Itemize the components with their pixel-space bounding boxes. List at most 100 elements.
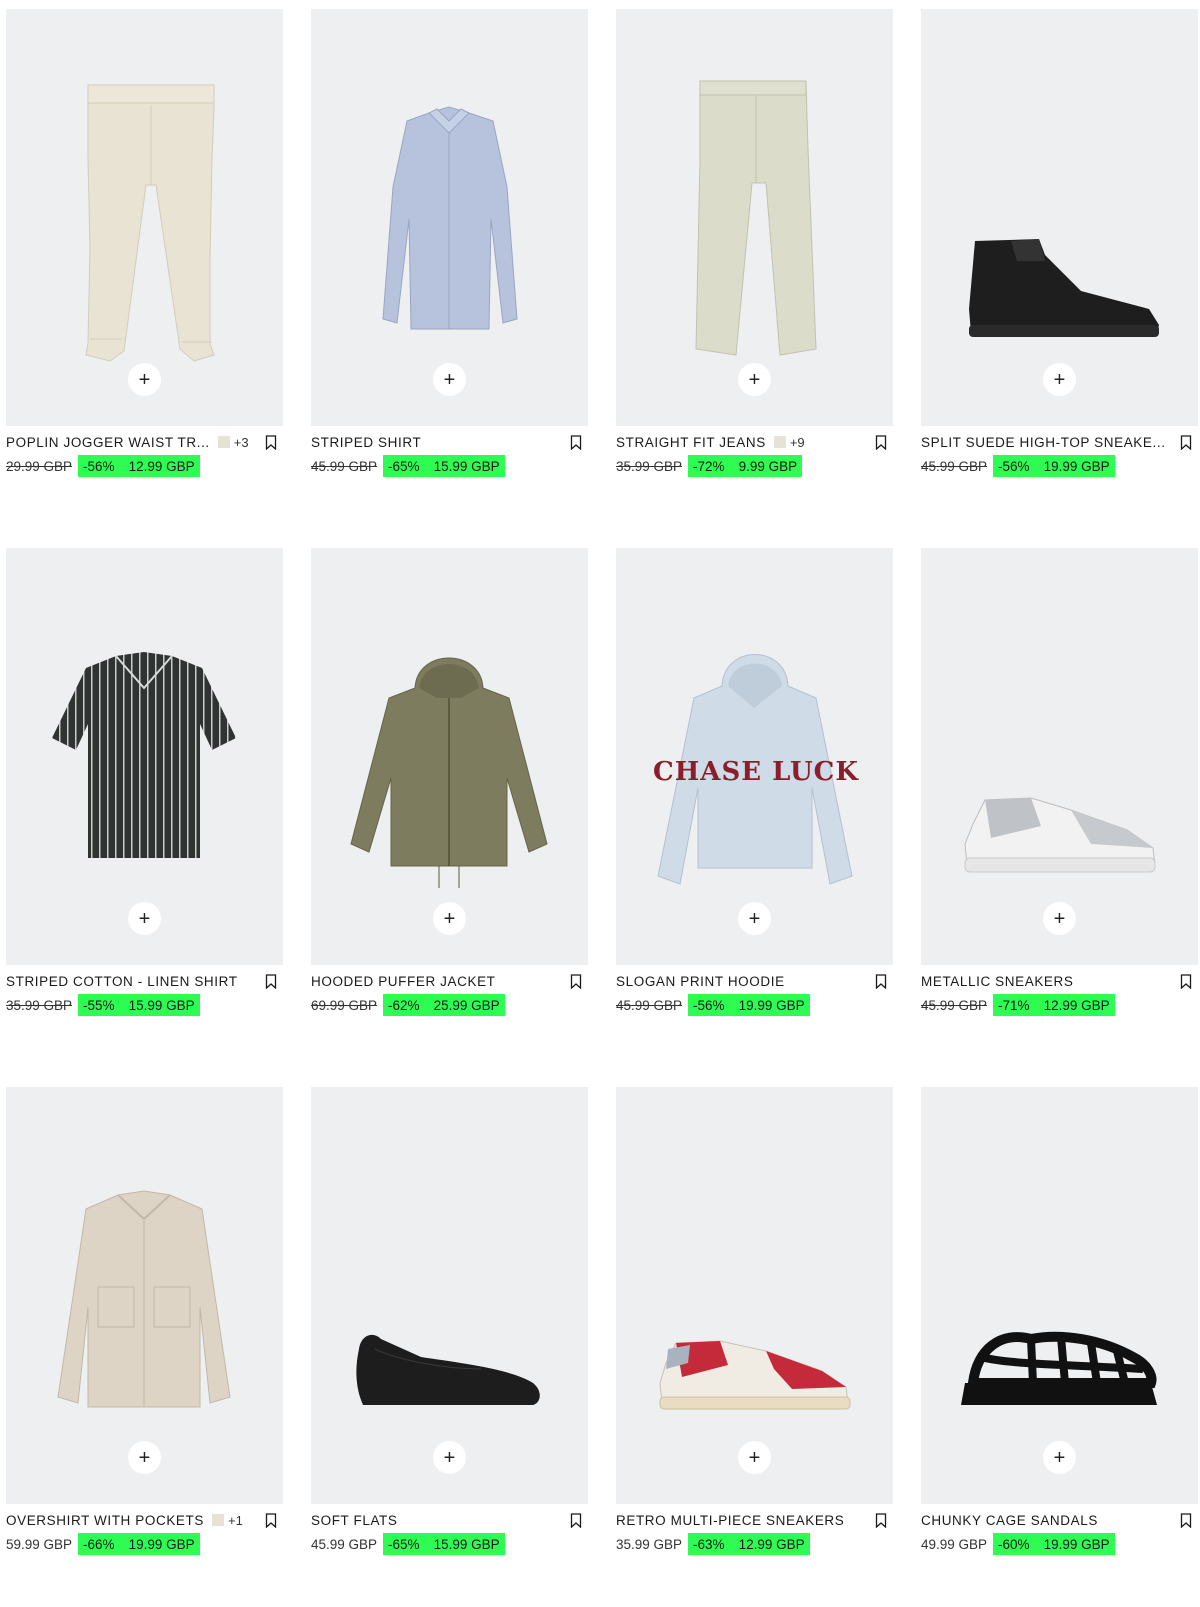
product-image-area[interactable]: + <box>6 1087 283 1504</box>
plus-icon: + <box>443 907 456 930</box>
add-to-cart-button[interactable]: + <box>1043 363 1076 396</box>
price-row: 49.99 GBP -60% 19.99 GBP <box>921 1533 1115 1555</box>
bookmark-icon[interactable] <box>265 1513 277 1528</box>
color-options[interactable]: +3 <box>217 435 249 450</box>
add-to-cart-button[interactable]: + <box>433 363 466 396</box>
sale-price: 19.99 GBP <box>1043 458 1110 474</box>
sale-price: 9.99 GBP <box>738 458 798 474</box>
more-colors-count[interactable]: +1 <box>228 1513 243 1528</box>
product-card[interactable]: + STRAIGHT FIT JEANS +9 35.99 GBP -72% 9… <box>616 9 893 529</box>
add-to-cart-button[interactable]: + <box>433 1441 466 1474</box>
product-card[interactable]: + SOFT FLATS 45.99 GBP -65% 15.99 GBP <box>311 1087 588 1607</box>
product-image-area[interactable]: + <box>921 1087 1198 1504</box>
discount-percent: -56% <box>998 458 1030 474</box>
add-to-cart-button[interactable]: + <box>1043 902 1076 935</box>
product-image-area[interactable]: + <box>6 9 283 426</box>
discount-percent: -72% <box>693 458 725 474</box>
bookmark-icon[interactable] <box>265 974 277 989</box>
product-name[interactable]: SPLIT SUEDE HIGH-TOP SNEAKE... <box>921 435 1166 450</box>
color-swatch[interactable] <box>217 436 230 448</box>
color-swatch[interactable] <box>211 1514 224 1526</box>
sale-price: 15.99 GBP <box>433 458 500 474</box>
product-image-area[interactable]: + <box>311 1087 588 1504</box>
price-row: 35.99 GBP -72% 9.99 GBP <box>616 455 803 477</box>
product-card[interactable]: + STRIPED SHIRT 45.99 GBP -65% 15.99 GBP <box>311 9 588 529</box>
product-card[interactable]: + STRIPED COTTON - LINEN SHIRT 35.99 GBP… <box>6 548 283 1068</box>
original-price: 35.99 GBP <box>616 1536 683 1552</box>
discount-percent: -62% <box>388 997 420 1013</box>
product-name[interactable]: HOODED PUFFER JACKET <box>311 974 496 989</box>
product-name[interactable]: STRIPED SHIRT <box>311 435 421 450</box>
product-card[interactable]: + OVERSHIRT WITH POCKETS +1 59.99 GBP -6… <box>6 1087 283 1607</box>
original-price: 29.99 GBP <box>6 458 73 474</box>
add-to-cart-button[interactable]: + <box>128 1441 161 1474</box>
add-to-cart-button[interactable]: + <box>1043 1441 1076 1474</box>
add-to-cart-button[interactable]: + <box>738 902 771 935</box>
product-card[interactable]: + POPLIN JOGGER WAIST TR... +3 29.99 GBP… <box>6 9 283 529</box>
price-row: 45.99 GBP -65% 15.99 GBP <box>311 1533 505 1555</box>
product-image-area[interactable]: + <box>921 9 1198 426</box>
add-to-cart-button[interactable]: + <box>738 1441 771 1474</box>
product-name[interactable]: OVERSHIRT WITH POCKETS <box>6 1513 204 1528</box>
bookmark-icon[interactable] <box>1180 435 1192 450</box>
product-image-area[interactable]: + <box>616 1087 893 1504</box>
product-card[interactable]: + HOODED PUFFER JACKET 69.99 GBP -62% 25… <box>311 548 588 1068</box>
bookmark-icon[interactable] <box>265 435 277 450</box>
sale-price: 25.99 GBP <box>433 997 500 1013</box>
price-row: 29.99 GBP -56% 12.99 GBP <box>6 455 200 477</box>
product-image-area[interactable]: + <box>311 548 588 965</box>
product-info: SLOGAN PRINT HOODIE <box>616 972 893 990</box>
product-card[interactable]: + METALLIC SNEAKERS 45.99 GBP -71% 12.99… <box>921 548 1198 1068</box>
product-name[interactable]: CHUNKY CAGE SANDALS <box>921 1513 1098 1528</box>
add-to-cart-button[interactable]: + <box>128 363 161 396</box>
product-card[interactable]: + CHUNKY CAGE SANDALS 49.99 GBP -60% 19.… <box>921 1087 1198 1607</box>
bookmark-icon[interactable] <box>570 1513 582 1528</box>
price-row: 45.99 GBP -56% 19.99 GBP <box>616 994 810 1016</box>
bookmark-icon[interactable] <box>875 435 887 450</box>
bookmark-icon[interactable] <box>570 974 582 989</box>
product-name[interactable]: STRIPED COTTON - LINEN SHIRT <box>6 974 238 989</box>
price-row: 45.99 GBP -65% 15.99 GBP <box>311 455 505 477</box>
price-row: 59.99 GBP -66% 19.99 GBP <box>6 1533 200 1555</box>
discount-percent: -60% <box>998 1536 1030 1552</box>
product-image-area[interactable]: + <box>616 9 893 426</box>
sale-price: 12.99 GBP <box>738 1536 805 1552</box>
product-image-area[interactable]: + <box>6 548 283 965</box>
sale-badge: -71% 12.99 GBP <box>993 994 1115 1016</box>
original-price: 45.99 GBP <box>921 458 988 474</box>
product-name[interactable]: POPLIN JOGGER WAIST TR... <box>6 435 210 450</box>
product-image-area[interactable]: + <box>311 9 588 426</box>
product-image-area[interactable]: + <box>921 548 1198 965</box>
bookmark-icon[interactable] <box>875 974 887 989</box>
bookmark-icon[interactable] <box>1180 974 1192 989</box>
add-to-cart-button[interactable]: + <box>738 363 771 396</box>
product-card[interactable]: CHASE LUCK + SLOGAN PRINT HOODIE 45.99 G… <box>616 548 893 1068</box>
product-name[interactable]: SLOGAN PRINT HOODIE <box>616 974 785 989</box>
more-colors-count[interactable]: +3 <box>234 435 249 450</box>
sale-badge: -56% 19.99 GBP <box>688 994 810 1016</box>
discount-percent: -65% <box>388 1536 420 1552</box>
bookmark-icon[interactable] <box>875 1513 887 1528</box>
bookmark-icon[interactable] <box>570 435 582 450</box>
product-card[interactable]: + RETRO MULTI-PIECE SNEAKERS 35.99 GBP -… <box>616 1087 893 1607</box>
sale-badge: -63% 12.99 GBP <box>688 1533 810 1555</box>
color-options[interactable]: +9 <box>773 435 805 450</box>
product-name[interactable]: RETRO MULTI-PIECE SNEAKERS <box>616 1513 844 1528</box>
color-swatch[interactable] <box>773 436 786 448</box>
more-colors-count[interactable]: +9 <box>790 435 805 450</box>
product-card[interactable]: + SPLIT SUEDE HIGH-TOP SNEAKE... 45.99 G… <box>921 9 1198 529</box>
product-name[interactable]: STRAIGHT FIT JEANS <box>616 435 766 450</box>
product-info: OVERSHIRT WITH POCKETS +1 <box>6 1511 283 1529</box>
product-info: RETRO MULTI-PIECE SNEAKERS <box>616 1511 893 1529</box>
discount-percent: -63% <box>693 1536 725 1552</box>
original-price: 45.99 GBP <box>921 997 988 1013</box>
color-options[interactable]: +1 <box>211 1513 243 1528</box>
original-price: 35.99 GBP <box>616 458 683 474</box>
add-to-cart-button[interactable]: + <box>433 902 466 935</box>
product-image-area[interactable]: CHASE LUCK + <box>616 548 893 965</box>
product-name[interactable]: METALLIC SNEAKERS <box>921 974 1074 989</box>
product-name[interactable]: SOFT FLATS <box>311 1513 398 1528</box>
product-info: STRIPED COTTON - LINEN SHIRT <box>6 972 283 990</box>
add-to-cart-button[interactable]: + <box>128 902 161 935</box>
bookmark-icon[interactable] <box>1180 1513 1192 1528</box>
